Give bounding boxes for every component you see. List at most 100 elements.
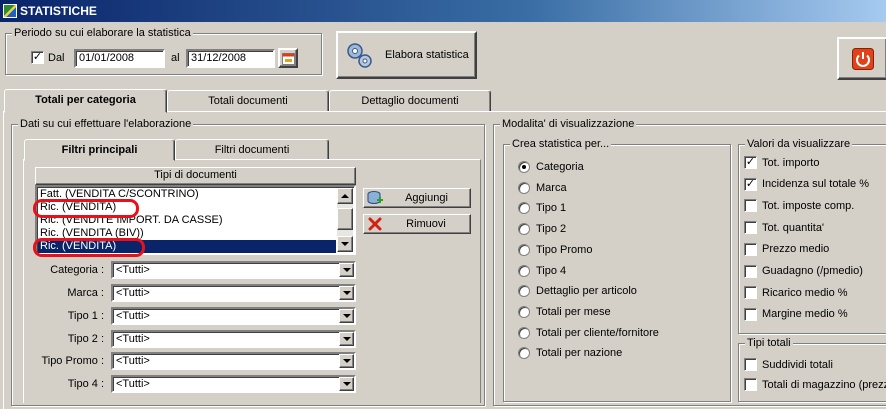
chevron-down-icon[interactable] <box>339 286 354 300</box>
filter-label-tipo-2: Tipo 2 : <box>67 333 104 345</box>
value-option-label: Ricarico medio % <box>762 286 848 299</box>
totals-option[interactable]: Totali di magazzino (prezz <box>744 378 886 391</box>
filter-label-categoria: Categoria : <box>50 264 104 276</box>
totals-option[interactable]: Suddividi totali <box>744 358 833 371</box>
value-checkbox[interactable] <box>744 242 757 256</box>
app-icon <box>3 4 17 18</box>
tab-totali-per-categoria[interactable]: Totali per categoria <box>4 89 167 113</box>
doc-type-item[interactable]: Ric. (VENDITA) <box>38 201 336 214</box>
chevron-down-icon[interactable] <box>339 332 354 346</box>
doc-type-item[interactable]: Ric. (VENDITE IMPORT. DA CASSE) <box>38 214 336 227</box>
chevron-down-icon[interactable] <box>339 354 354 368</box>
filter-combo-tipo-4[interactable]: <Tutti> <box>111 375 356 393</box>
totals-checkbox[interactable] <box>744 378 757 391</box>
create-option[interactable]: Dettaglio per articolo <box>518 285 637 298</box>
radio-button[interactable] <box>518 264 530 277</box>
doc-type-item[interactable]: Ric. (VENDITA) <box>38 240 336 253</box>
value-checkbox[interactable]: ✓ <box>744 156 757 169</box>
chevron-down-icon[interactable] <box>339 263 354 277</box>
radio-button[interactable] <box>518 243 530 256</box>
period-legend: Periodo su cui elaborare la statistica <box>12 27 193 39</box>
radio-button[interactable] <box>518 305 530 318</box>
value-option-label: Tot. imposte comp. <box>762 199 855 212</box>
filter-combo-marca[interactable]: <Tutti> <box>111 284 356 302</box>
value-checkbox[interactable] <box>744 221 757 235</box>
create-option-label: Totali per mese <box>536 305 611 318</box>
create-stats-legend: Crea statistica per... <box>510 138 612 150</box>
totals-option-label: Suddividi totali <box>762 358 833 371</box>
radio-button[interactable] <box>518 347 530 360</box>
create-option[interactable]: Totali per mese <box>518 305 611 318</box>
tab-filtri-principali[interactable]: Filtri principali <box>24 139 175 161</box>
value-checkbox[interactable] <box>744 286 757 300</box>
radio-button[interactable] <box>518 161 530 173</box>
chevron-down-icon[interactable] <box>339 377 354 391</box>
totals-option-label: Totali di magazzino (prezz <box>762 378 886 391</box>
value-option-label: Incidenza sul totale % <box>762 178 870 191</box>
create-option[interactable]: Totali per cliente/fornitore <box>518 326 659 339</box>
create-option-label: Tipo 4 <box>536 264 567 277</box>
from-date-input[interactable]: 01/01/2008 <box>74 49 165 68</box>
filter-combo-tipo-promo[interactable]: <Tutti> <box>111 352 356 370</box>
create-option-label: Categoria <box>536 161 584 173</box>
value-option[interactable]: ✓ Incidenza sul totale % <box>744 177 870 191</box>
filter-combo-tipo-2[interactable]: <Tutti> <box>111 330 356 348</box>
filter-value: <Tutti> <box>116 310 150 322</box>
doc-types-list[interactable]: Fatt. (VENDITA C/SCONTRINO) Ric. (VENDITA… <box>35 185 356 255</box>
calendar-button[interactable] <box>278 48 298 68</box>
filter-combo-tipo-1[interactable]: <Tutti> <box>111 307 356 325</box>
to-date-input[interactable]: 31/12/2008 <box>186 49 275 68</box>
create-option[interactable]: Tipo Promo <box>518 243 592 256</box>
radio-button[interactable] <box>518 223 530 236</box>
tab-dettaglio-documenti[interactable]: Dettaglio documenti <box>329 90 491 112</box>
value-checkbox[interactable] <box>744 264 757 278</box>
filter-combo-categoria[interactable]: <Tutti> <box>111 261 356 279</box>
totals-checkbox[interactable] <box>744 358 757 371</box>
create-option[interactable]: Tipo 4 <box>518 264 567 277</box>
create-option[interactable]: Tipo 2 <box>518 223 566 236</box>
value-checkbox[interactable] <box>744 199 757 213</box>
create-option-label: Dettaglio per articolo <box>536 285 637 298</box>
scroll-thumb[interactable] <box>337 208 353 230</box>
create-option[interactable]: Tipo 1 <box>518 202 566 215</box>
value-option[interactable]: Tot. imposte comp. <box>744 199 855 213</box>
radio-button[interactable] <box>518 202 530 215</box>
create-option[interactable]: Categoria <box>518 161 584 173</box>
totals-legend: Tipi totali <box>745 337 793 349</box>
value-checkbox[interactable] <box>744 307 757 321</box>
doc-type-item[interactable]: Fatt. (VENDITA C/SCONTRINO) <box>38 188 336 201</box>
value-option[interactable]: Tot. quantita' <box>744 221 824 235</box>
power-icon <box>851 47 874 70</box>
filter-label-tipo-4: Tipo 4 : <box>67 378 104 390</box>
elabora-button[interactable]: Elabora statistica <box>336 31 477 79</box>
radio-button[interactable] <box>518 181 530 194</box>
value-option[interactable]: Ricarico medio % <box>744 286 848 300</box>
scroll-down-button[interactable] <box>337 236 353 252</box>
create-option[interactable]: Totali per nazione <box>518 347 622 360</box>
tab-filtri-documenti[interactable]: Filtri documenti <box>175 139 329 160</box>
filter-label-tipo-promo: Tipo Promo : <box>41 355 104 367</box>
filter-value: <Tutti> <box>116 355 150 367</box>
doc-list-scrollbar[interactable] <box>337 188 353 252</box>
calendar-icon <box>281 52 295 65</box>
from-date-checkbox[interactable]: ✓ <box>31 51 44 64</box>
value-option[interactable]: Margine medio % <box>744 307 848 321</box>
rimuovi-button[interactable]: Rimuovi <box>363 214 471 234</box>
value-option[interactable]: ✓ Tot. importo <box>744 156 819 169</box>
value-checkbox[interactable]: ✓ <box>744 177 757 191</box>
doc-types-header: Tipi di documenti <box>35 167 356 185</box>
value-option[interactable]: Prezzo medio <box>744 242 829 256</box>
tab-totali-documenti[interactable]: Totali documenti <box>167 90 329 112</box>
window-title: STATISTICHE <box>20 4 97 18</box>
value-option[interactable]: Guadagno (/pmedio) <box>744 264 863 278</box>
radio-button[interactable] <box>518 285 530 298</box>
chevron-down-icon[interactable] <box>339 309 354 323</box>
doc-type-item[interactable]: Ric. (VENDITA (BIV)) <box>38 227 336 240</box>
aggiungi-button[interactable]: Aggiungi <box>363 188 471 208</box>
create-option-label: Marca <box>536 181 567 194</box>
create-option[interactable]: Marca <box>518 181 567 194</box>
red-x-icon <box>368 217 382 231</box>
exit-button[interactable] <box>837 37 886 80</box>
radio-button[interactable] <box>518 326 530 339</box>
scroll-up-button[interactable] <box>337 188 353 204</box>
